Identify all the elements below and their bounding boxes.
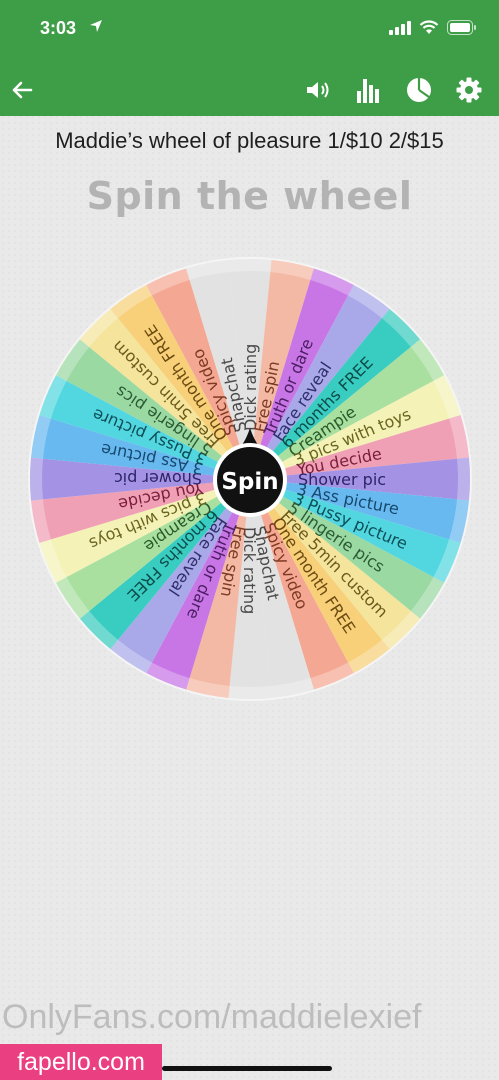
cellular-signal-icon (389, 20, 411, 35)
site-badge: fapello.com (0, 1044, 162, 1080)
home-indicator (162, 1066, 332, 1071)
wheel-segment-rim (457, 457, 470, 501)
wheel-subtitle: Maddie’s wheel of pleasure 1/$10 2/$15 (55, 128, 444, 153)
gear-icon[interactable] (453, 74, 485, 106)
back-arrow-icon[interactable] (6, 74, 38, 106)
status-icons (389, 20, 477, 35)
page-title: Spin the wheel (86, 174, 413, 218)
app-bar (0, 64, 499, 116)
status-time: 3:03 (40, 18, 77, 38)
spin-label[interactable]: Spin (221, 469, 278, 495)
watermark-text: OnlyFans.com/maddielexief (2, 998, 422, 1036)
battery-icon (447, 20, 476, 35)
status-bar: 3:03 (0, 0, 499, 64)
wifi-icon (419, 20, 439, 34)
speaker-icon[interactable] (303, 74, 335, 106)
wheel-segment-rim (228, 686, 272, 699)
location-arrow-icon (88, 18, 104, 38)
pie-chart-icon[interactable] (403, 74, 435, 106)
wheel-graphic[interactable]: Dick ratingFree spinTruth or dareFace re… (27, 256, 473, 702)
bar-chart-icon[interactable] (352, 74, 384, 106)
prize-wheel[interactable]: Dick rating Free spin Truth or dare Face re… (27, 256, 473, 702)
wheel-segment-rim (228, 259, 272, 272)
wheel-segment-rim (30, 457, 43, 501)
